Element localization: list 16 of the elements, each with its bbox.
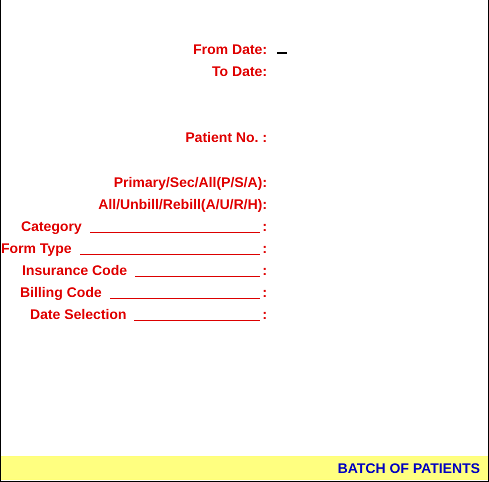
field-label: To Date: — [212, 62, 267, 80]
field-label: Date Selection — [30, 304, 126, 324]
field-colon: : — [262, 282, 267, 302]
field-colon: : — [262, 238, 267, 258]
field-label: From Date: — [193, 40, 267, 58]
field-colon: : — [262, 216, 267, 236]
field-label: Insurance Code — [22, 260, 128, 280]
field-label: Form Type — [1, 238, 72, 258]
field-label: Patient No. : — [185, 128, 267, 146]
status-title: BATCH OF PATIENTS — [338, 458, 480, 478]
field-colon: : — [262, 304, 267, 324]
field-label: Primary/Sec/All(P/S/A): — [114, 172, 267, 192]
field-colon: : — [262, 260, 267, 280]
field-label: Billing Code — [20, 282, 102, 302]
field-label: Category — [21, 216, 82, 236]
field-label: All/Unbill/Rebill(A/U/R/H): — [98, 194, 267, 214]
